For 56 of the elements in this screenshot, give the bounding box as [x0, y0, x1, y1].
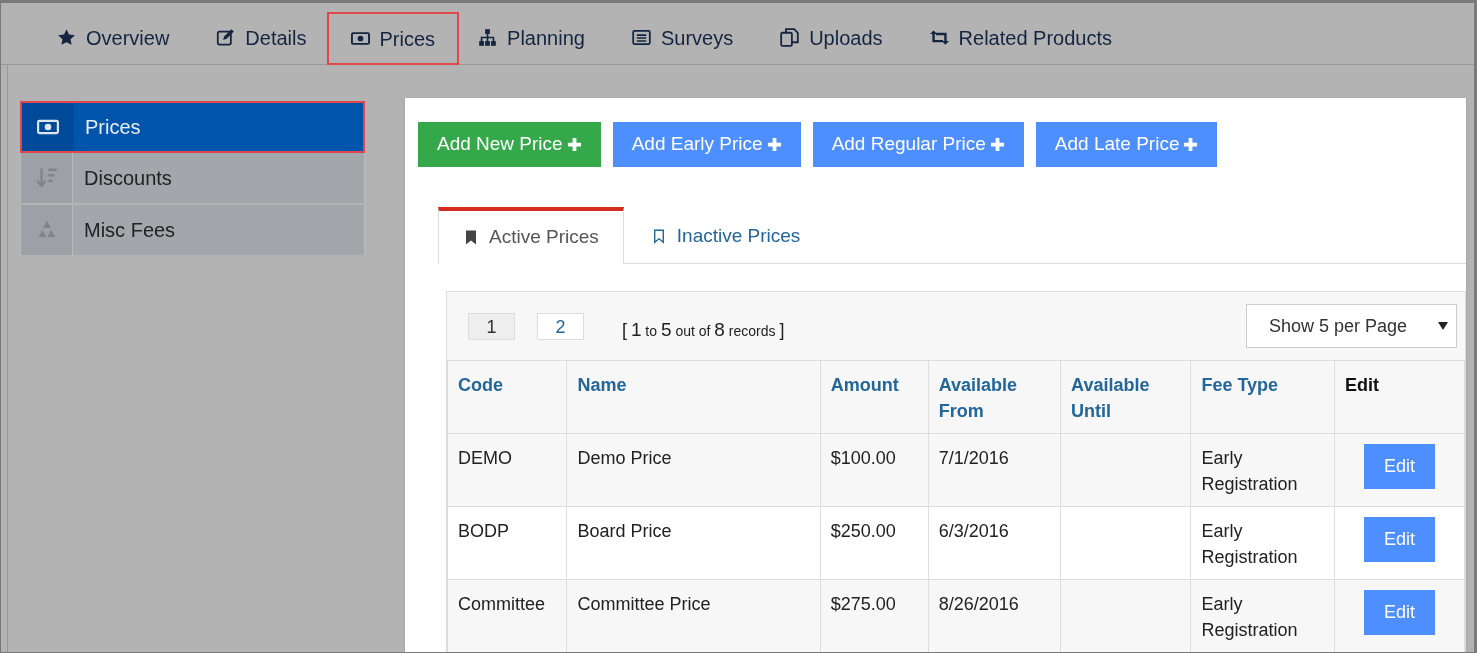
edit-button[interactable]: Edit	[1364, 590, 1435, 635]
column-header[interactable]: Name	[566, 360, 821, 434]
edit-button[interactable]: Edit	[1364, 517, 1435, 562]
add-price-button[interactable]: Add Early Price	[612, 122, 801, 167]
nav-tab[interactable]: Overview	[34, 11, 193, 64]
nav-tab[interactable]: Prices	[326, 12, 460, 65]
column-header[interactable]: Available Until	[1060, 360, 1191, 434]
plus-icon	[766, 137, 782, 152]
sidebar-item[interactable]: Prices	[20, 101, 365, 153]
price-tab[interactable]: Inactive Prices	[623, 207, 828, 263]
column-header[interactable]: Fee Type	[1190, 360, 1335, 434]
plus-icon	[1183, 137, 1199, 152]
table-cell: Committee	[458, 594, 546, 614]
page-size-select[interactable]: Show 5 per Page	[1246, 304, 1457, 348]
retweet-icon	[929, 28, 949, 47]
table-cell: Demo Price	[577, 448, 672, 468]
copy-icon	[780, 28, 800, 47]
table-cell: 6/3/2016	[938, 521, 1009, 541]
table-cell: Committee Price	[577, 594, 711, 614]
edit-button[interactable]: Edit	[1364, 444, 1435, 489]
page-button[interactable]: 1	[468, 312, 515, 340]
table-cell: $250.00	[830, 521, 896, 541]
nav-tab[interactable]: Uploads	[757, 11, 906, 64]
bookmark-icon	[463, 229, 479, 246]
sort-icon	[35, 167, 58, 189]
column-header[interactable]: Code	[447, 360, 567, 434]
caret-icon	[1438, 322, 1448, 330]
records-count: [ 1 to 5 out of 8 records ]	[622, 317, 785, 342]
table-cell: $100.00	[830, 448, 896, 468]
table-cell: 8/26/2016	[938, 594, 1019, 614]
table-cell: BODP	[458, 521, 509, 541]
column-header[interactable]: Available From	[928, 360, 1061, 434]
table-cell: DEMO	[458, 448, 512, 468]
sidebar-item[interactable]: Misc Fees	[20, 205, 365, 255]
sitemap-icon	[478, 28, 498, 47]
price-tab[interactable]: Active Prices	[438, 207, 624, 264]
sidebar-item[interactable]: Discounts	[20, 153, 365, 203]
table-cell: 7/1/2016	[938, 448, 1009, 468]
column-header[interactable]: Amount	[820, 360, 929, 434]
column-header: Edit	[1334, 360, 1465, 434]
list-icon	[631, 28, 651, 47]
nav-tab[interactable]: Surveys	[608, 11, 757, 64]
nav-tab[interactable]: Related Products	[906, 11, 1135, 64]
table-cell: Early Registration	[1201, 448, 1298, 494]
table-cell: Early Registration	[1201, 594, 1298, 640]
plus-icon	[566, 137, 582, 152]
table-cell: $275.00	[830, 594, 896, 614]
table-cell: Board Price	[577, 521, 672, 541]
add-price-button[interactable]: Add Late Price	[1035, 122, 1218, 167]
add-price-button[interactable]: Add Regular Price	[812, 122, 1024, 167]
edit-icon	[216, 28, 236, 47]
page-button[interactable]: 2	[537, 312, 584, 340]
table-cell: Early Registration	[1201, 521, 1298, 567]
plus-icon	[989, 137, 1005, 152]
star-icon	[57, 28, 76, 47]
banknote-icon	[350, 29, 370, 48]
